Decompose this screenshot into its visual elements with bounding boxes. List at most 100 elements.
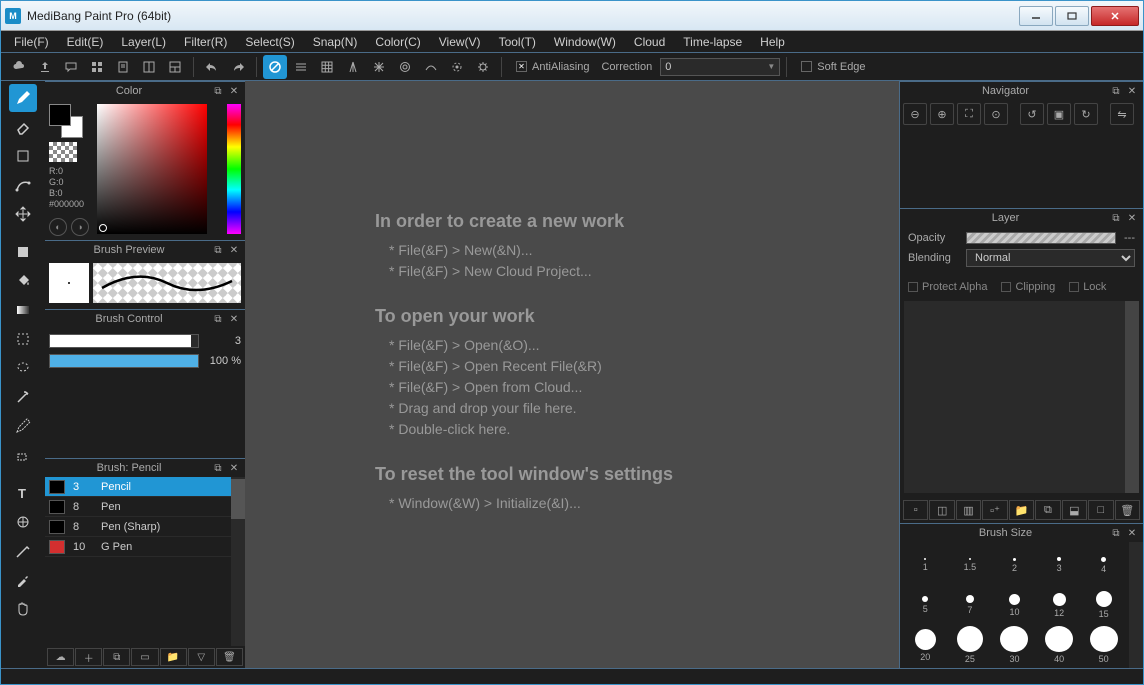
text-tool[interactable]: T [9, 479, 37, 507]
snap-grid-icon[interactable] [315, 55, 339, 79]
hue-slider[interactable] [227, 104, 241, 234]
rotate-cw-icon[interactable]: ↻ [1074, 103, 1098, 125]
menu-color[interactable]: Color(C) [368, 33, 427, 51]
divide-tool[interactable] [9, 537, 37, 565]
brush-size-cell[interactable]: 40 [1038, 626, 1081, 664]
upload-icon[interactable] [33, 55, 57, 79]
brush-add-cloud-icon[interactable]: ☁ [47, 648, 74, 666]
transparent-swatch[interactable] [49, 142, 77, 162]
menu-view[interactable]: View(V) [432, 33, 488, 51]
menu-layer[interactable]: Layer(L) [114, 33, 173, 51]
bucket-tool[interactable] [9, 267, 37, 295]
brush-delete-icon[interactable]: 🗑 [216, 648, 243, 666]
layer-clear-icon[interactable]: □ [1088, 500, 1113, 520]
brush-item[interactable]: 10G Pen [45, 537, 245, 557]
dot-tool[interactable] [9, 142, 37, 170]
brush-add-icon[interactable]: ＋ [75, 648, 102, 666]
layer-new-icon[interactable]: ▫ [903, 500, 928, 520]
brush-tool[interactable] [9, 84, 37, 112]
menu-help[interactable]: Help [753, 33, 792, 51]
softedge-checkbox[interactable]: Soft Edge [801, 61, 865, 73]
brush-size-cell[interactable]: 12 [1038, 586, 1081, 624]
operation-tool[interactable] [9, 508, 37, 536]
tile-icon[interactable] [85, 55, 109, 79]
brush-opacity-slider[interactable] [49, 354, 199, 368]
rotate-ccw-icon[interactable]: ↺ [1020, 103, 1044, 125]
brush-size-cell[interactable]: 7 [949, 586, 992, 624]
brush-size-cell[interactable]: 20 [904, 626, 947, 664]
brush-size-cell[interactable]: 3 [1038, 546, 1081, 584]
antialiasing-checkbox[interactable]: ✕AntiAliasing [516, 61, 589, 73]
brush-size-cell[interactable]: 15 [1082, 586, 1125, 624]
brush-size-cell[interactable]: 4 [1082, 546, 1125, 584]
protect-alpha-checkbox[interactable]: Protect Alpha [908, 281, 987, 293]
undo-button[interactable] [200, 55, 224, 79]
page-icon[interactable] [111, 55, 135, 79]
menu-edit[interactable]: Edit(E) [60, 33, 111, 51]
snap-curve-icon[interactable] [419, 55, 443, 79]
close-icon[interactable]: ✕ [227, 84, 241, 98]
fit-icon[interactable]: ⛶ [957, 103, 981, 125]
close-icon[interactable]: ✕ [227, 243, 241, 257]
lasso-tool[interactable] [9, 354, 37, 382]
popout-icon[interactable]: ⧉ [211, 84, 225, 98]
canvas-area[interactable]: In order to create a new work * File(&F)… [245, 81, 899, 668]
flip-icon[interactable]: ⇋ [1110, 103, 1134, 125]
brush-dup-icon[interactable]: ⧉ [103, 648, 130, 666]
menu-file[interactable]: File(F) [7, 33, 56, 51]
move-tool[interactable] [9, 200, 37, 228]
snap-vanish-icon[interactable] [445, 55, 469, 79]
layer-add-menu-icon[interactable]: ▫⁺ [982, 500, 1007, 520]
blending-select[interactable]: Normal [966, 249, 1135, 267]
select-tool[interactable] [9, 325, 37, 353]
brush-item[interactable]: 3Pencil❋ [45, 477, 245, 497]
scrollbar[interactable] [1125, 301, 1139, 493]
layer-opacity-slider[interactable] [966, 232, 1116, 244]
layer-new2-icon[interactable]: ◫ [929, 500, 954, 520]
navigator-preview[interactable] [900, 128, 1143, 208]
correction-input[interactable]: 0▼ [660, 58, 780, 76]
layer-new3-icon[interactable]: ▥ [956, 500, 981, 520]
selectpen-tool[interactable] [9, 412, 37, 440]
brush-size-cell[interactable]: 25 [949, 626, 992, 664]
popout-icon[interactable]: ⧉ [1109, 526, 1123, 540]
menu-snap[interactable]: Snap(N) [306, 33, 365, 51]
popout-icon[interactable]: ⧉ [1109, 211, 1123, 225]
close-icon[interactable]: ✕ [1125, 211, 1139, 225]
popout-icon[interactable]: ⧉ [211, 312, 225, 326]
eraser-tool[interactable] [9, 113, 37, 141]
brush-size-cell[interactable]: 1.5 [949, 546, 992, 584]
popout-icon[interactable]: ⧉ [1109, 84, 1123, 98]
menu-cloud[interactable]: Cloud [627, 33, 672, 51]
selecterase-tool[interactable] [9, 441, 37, 469]
panels2-icon[interactable] [163, 55, 187, 79]
close-icon[interactable]: ✕ [227, 461, 241, 475]
brush-group-icon[interactable]: ▭ [131, 648, 158, 666]
brush-size-cell[interactable]: 10 [993, 586, 1036, 624]
panels-icon[interactable] [137, 55, 161, 79]
maximize-button[interactable] [1055, 6, 1089, 26]
brush-size-cell[interactable]: 30 [993, 626, 1036, 664]
clipping-checkbox[interactable]: Clipping [1001, 281, 1055, 293]
brush-item[interactable]: 8Pen [45, 497, 245, 517]
popout-icon[interactable]: ⧉ [211, 461, 225, 475]
gradient-tool[interactable] [9, 296, 37, 324]
menu-timelapse[interactable]: Time-lapse [676, 33, 749, 51]
layer-merge-icon[interactable]: ⬓ [1062, 500, 1087, 520]
minimize-button[interactable] [1019, 6, 1053, 26]
redo-button[interactable] [226, 55, 250, 79]
cloud-icon[interactable] [7, 55, 31, 79]
wand-tool[interactable] [9, 383, 37, 411]
close-icon[interactable]: ✕ [1125, 526, 1139, 540]
zoom-actual-icon[interactable]: ⊙ [984, 103, 1008, 125]
eyedropper-tool[interactable] [9, 566, 37, 594]
snap-circle-icon[interactable] [393, 55, 417, 79]
hand-tool[interactable] [9, 595, 37, 623]
zoom-out-icon[interactable]: ⊖ [903, 103, 927, 125]
layer-dup-icon[interactable]: ⧉ [1035, 500, 1060, 520]
scrollbar[interactable] [1129, 542, 1143, 668]
fill-tool[interactable] [9, 238, 37, 266]
menu-tool[interactable]: Tool(T) [492, 33, 543, 51]
layer-delete-icon[interactable]: 🗑 [1115, 500, 1140, 520]
color-picker[interactable] [97, 104, 241, 236]
